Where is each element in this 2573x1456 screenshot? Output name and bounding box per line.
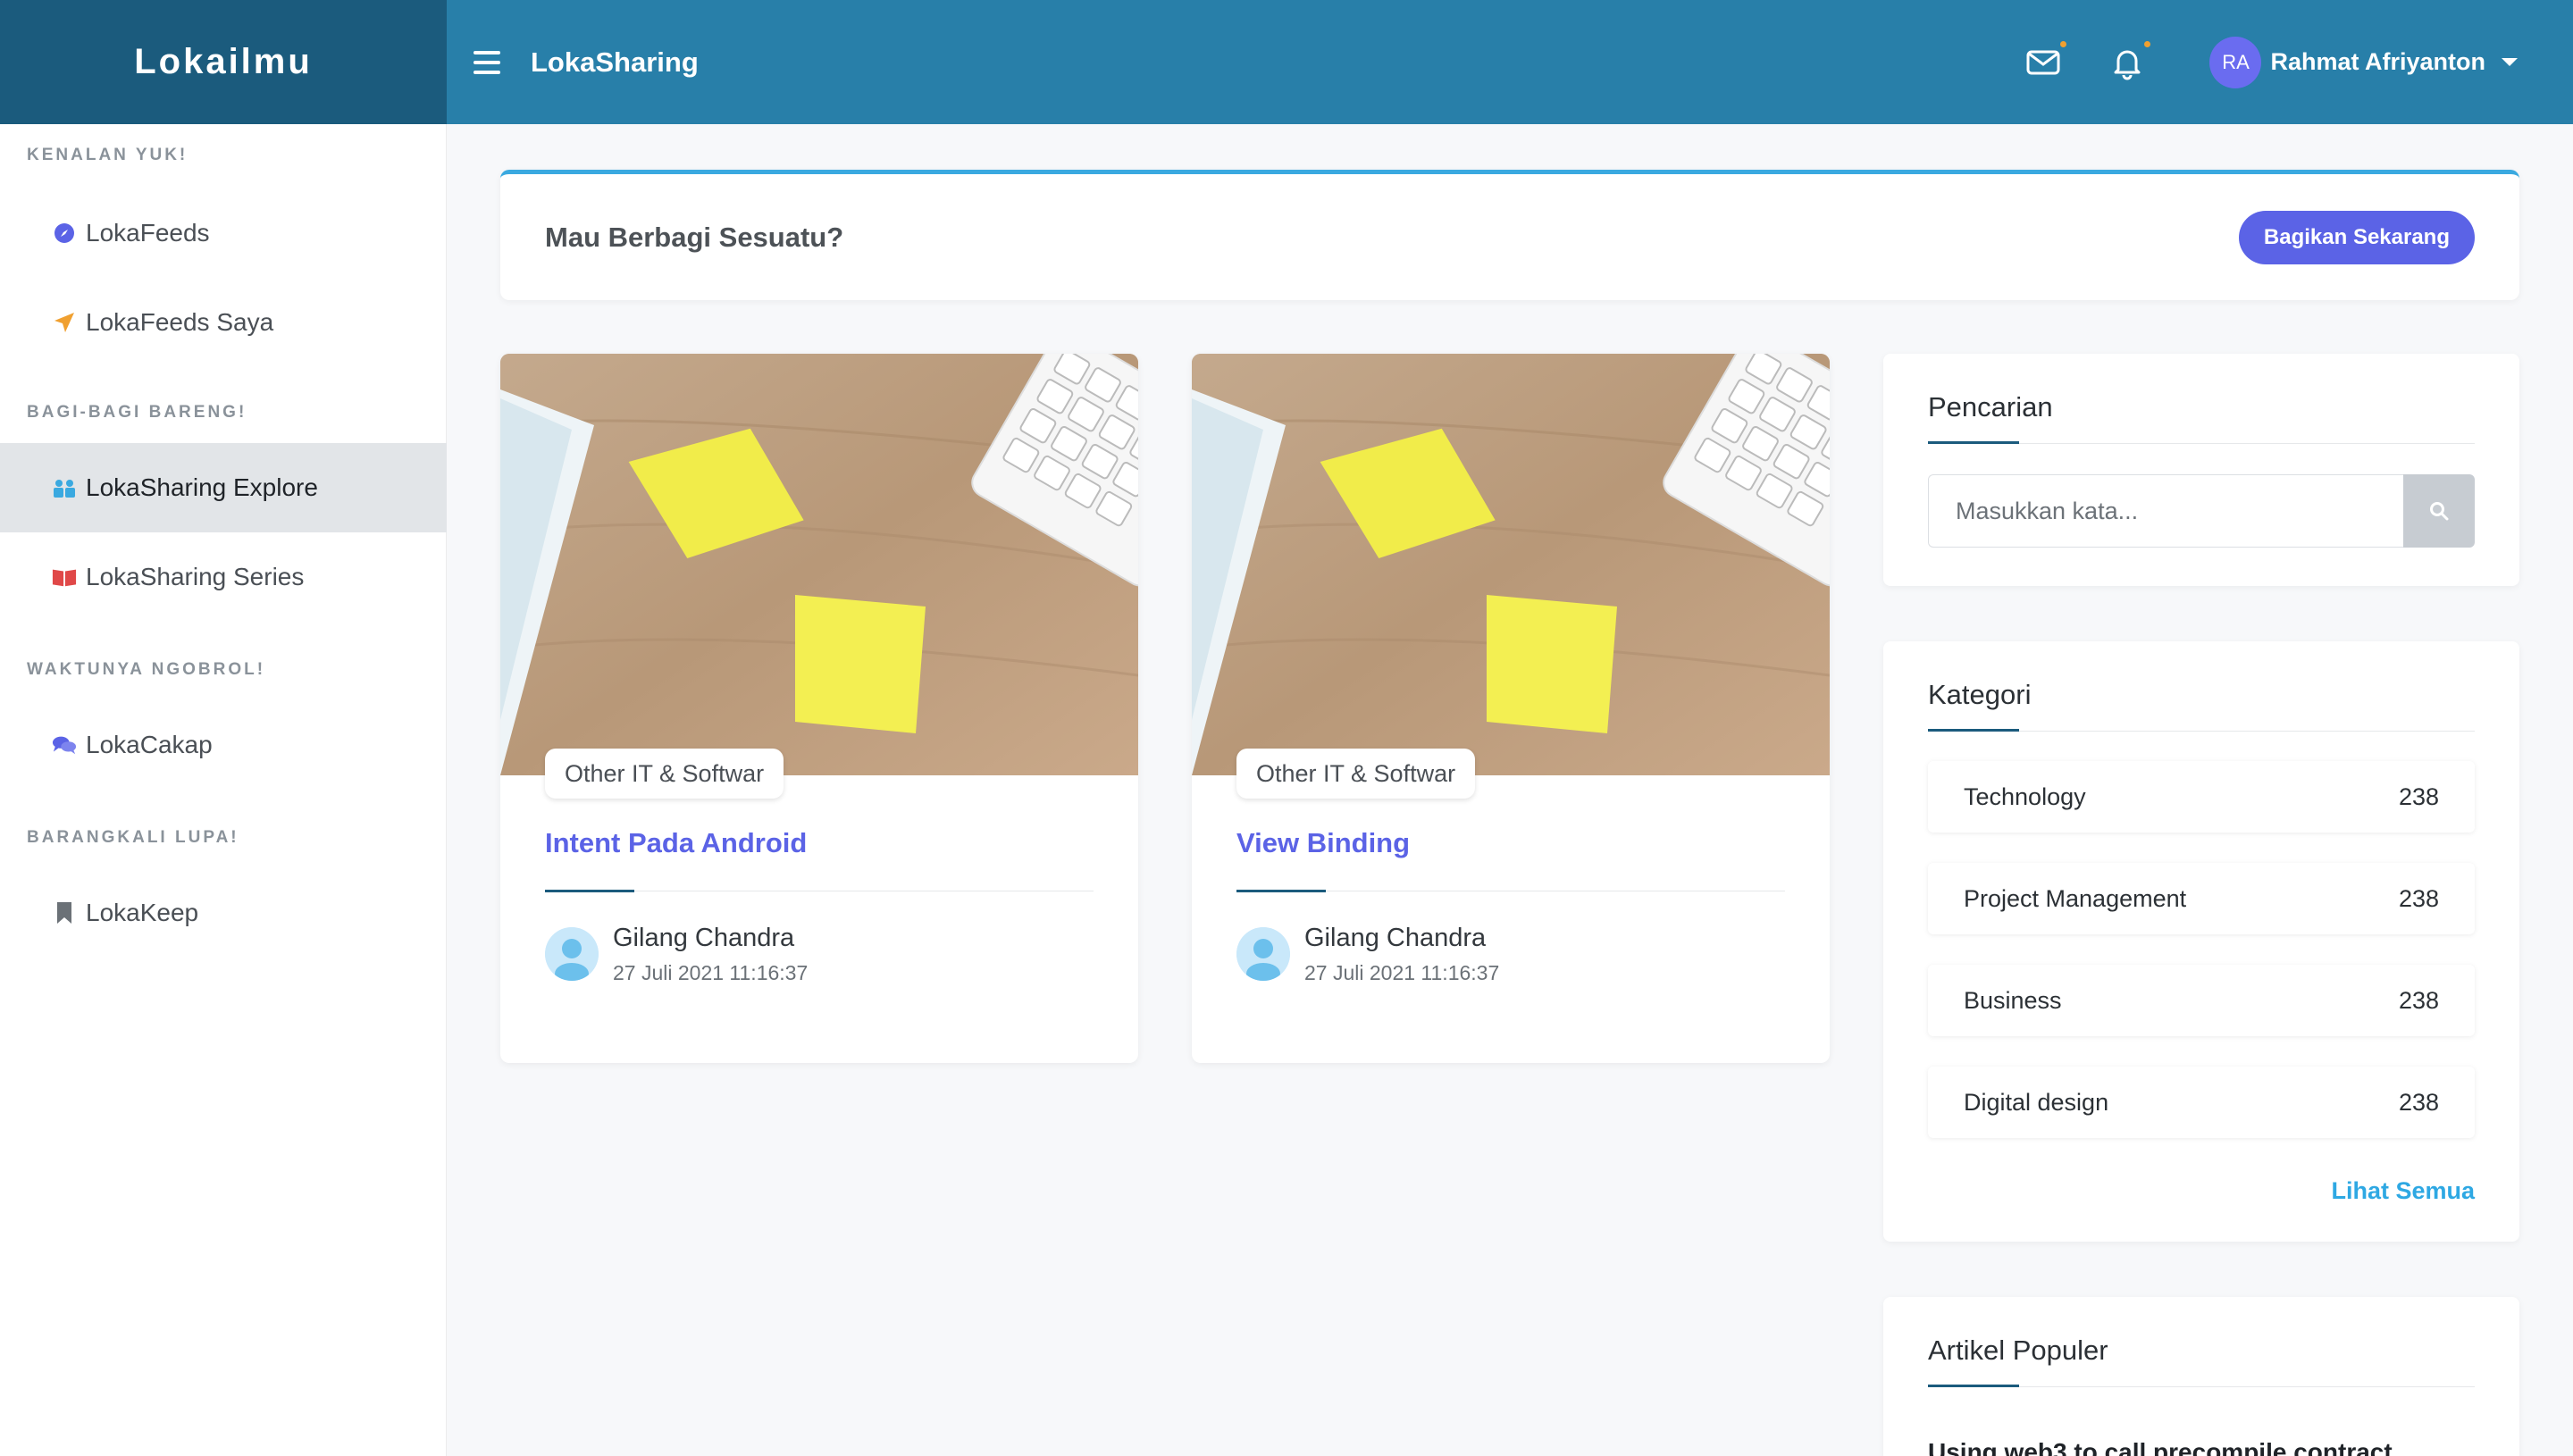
- divider-accent: [1928, 729, 2019, 732]
- category-count: 238: [2398, 1088, 2439, 1116]
- post-card[interactable]: Other IT & Softwar Intent Pada Android G…: [500, 354, 1138, 1063]
- category-count: 238: [2398, 884, 2439, 912]
- see-all-link[interactable]: Lihat Semua: [2331, 1177, 2475, 1205]
- people-icon: [52, 475, 77, 500]
- category-name: Digital design: [1964, 1088, 2109, 1116]
- sidebar-section-heading: KENALAN YUK!: [27, 146, 189, 164]
- sidebar-item-lokasharing-series[interactable]: LokaSharing Series: [0, 532, 447, 622]
- category-item[interactable]: Business 238: [1928, 965, 2475, 1036]
- sidebar-item-label: LokaCakap: [86, 731, 213, 758]
- sidebar-item-lokafeeds[interactable]: LokaFeeds: [0, 188, 447, 278]
- search-input[interactable]: [1928, 474, 2403, 548]
- divider-accent: [545, 890, 634, 892]
- category-tag[interactable]: Other IT & Softwar: [545, 749, 784, 799]
- author-name: Gilang Chandra: [1304, 924, 1487, 952]
- book-icon: [52, 565, 77, 590]
- page-title: LokaSharing: [531, 46, 699, 78]
- category-item[interactable]: Technology 238: [1928, 761, 2475, 833]
- category-name: Project Management: [1964, 884, 2187, 912]
- sidebar-item-lokakeep[interactable]: LokaKeep: [0, 868, 447, 958]
- sidebar-item-label: LokaFeeds: [86, 219, 210, 247]
- divider-accent: [1928, 441, 2019, 444]
- search-widget: Pencarian: [1883, 354, 2519, 586]
- notification-dot: [2144, 40, 2151, 47]
- sidebar: KENALAN YUK! LokaFeeds LokaFeeds Saya BA…: [0, 124, 447, 1456]
- sidebar-section-heading: BARANGKALI LUPA!: [27, 828, 239, 847]
- post-title[interactable]: View Binding: [1236, 827, 1410, 859]
- topbar: LokaSharing RA Rahmat Afriyanton: [447, 0, 2573, 124]
- sidebar-item-lokafeeds-saya[interactable]: LokaFeeds Saya: [0, 278, 447, 367]
- post-cover-image: [1192, 354, 1830, 775]
- sidebar-item-label: LokaSharing Series: [86, 563, 305, 590]
- notification-dot: [2060, 40, 2067, 47]
- topbar-actions: RA Rahmat Afriyanton: [2025, 36, 2518, 88]
- search-button[interactable]: [2403, 474, 2475, 548]
- widget-title: Pencarian: [1928, 391, 2053, 423]
- widget-title: Artikel Populer: [1928, 1335, 2108, 1366]
- popular-articles-widget: Artikel Populer Using web3 to call preco…: [1883, 1297, 2519, 1456]
- author-avatar: [545, 927, 599, 981]
- search-icon: [2430, 502, 2449, 521]
- chevron-down-icon[interactable]: [2502, 58, 2518, 66]
- popular-article-link[interactable]: Using web3 to call precompile contract: [1928, 1438, 2393, 1456]
- category-count: 238: [2398, 782, 2439, 810]
- category-count: 238: [2398, 986, 2439, 1014]
- chat-icon: [52, 732, 77, 757]
- divider-accent: [1236, 890, 1326, 892]
- compass-icon: [52, 221, 77, 246]
- divider-accent: [1928, 1385, 2019, 1387]
- sidebar-item-label: LokaSharing Explore: [86, 473, 318, 501]
- search-bar: [1928, 474, 2475, 548]
- share-question: Mau Berbagi Sesuatu?: [545, 221, 844, 253]
- sidebar-item-label: LokaKeep: [86, 899, 199, 926]
- bell-icon[interactable]: [2109, 40, 2151, 80]
- author-avatar: [1236, 927, 1290, 981]
- user-avatar[interactable]: RA: [2209, 36, 2262, 88]
- widget-title: Kategori: [1928, 679, 2032, 710]
- category-tag[interactable]: Other IT & Softwar: [1236, 749, 1476, 799]
- post-date: 27 Juli 2021 11:16:37: [1304, 961, 1500, 984]
- mail-icon[interactable]: [2025, 40, 2067, 80]
- post-cover-image: [500, 354, 1138, 775]
- share-now-button[interactable]: Bagikan Sekarang: [2238, 210, 2475, 264]
- category-item[interactable]: Digital design 238: [1928, 1067, 2475, 1138]
- category-widget: Kategori Technology 238 Project Manageme…: [1883, 641, 2519, 1242]
- post-title[interactable]: Intent Pada Android: [545, 827, 807, 859]
- category-name: Technology: [1964, 782, 2086, 810]
- brand-logo[interactable]: Lokailmu: [0, 0, 447, 124]
- sidebar-section-heading: WAKTUNYA NGOBROL!: [27, 660, 266, 679]
- bookmark-icon: [52, 900, 77, 925]
- sidebar-item-label: LokaFeeds Saya: [86, 308, 274, 336]
- post-date: 27 Juli 2021 11:16:37: [613, 961, 809, 984]
- sidebar-item-lokacakap[interactable]: LokaCakap: [0, 700, 447, 790]
- user-name[interactable]: Rahmat Afriyanton: [2270, 48, 2485, 76]
- hamburger-menu-icon[interactable]: [474, 50, 500, 74]
- author-name: Gilang Chandra: [613, 924, 795, 952]
- paper-plane-icon: [52, 310, 77, 335]
- share-prompt-box: Mau Berbagi Sesuatu? Bagikan Sekarang: [500, 170, 2519, 300]
- sidebar-item-lokasharing-explore[interactable]: LokaSharing Explore: [0, 443, 447, 532]
- post-card[interactable]: Other IT & Softwar View Binding Gilang C…: [1192, 354, 1830, 1063]
- category-item[interactable]: Project Management 238: [1928, 863, 2475, 934]
- sidebar-section-heading: BAGI-BAGI BARENG!: [27, 403, 247, 422]
- category-name: Business: [1964, 986, 2062, 1014]
